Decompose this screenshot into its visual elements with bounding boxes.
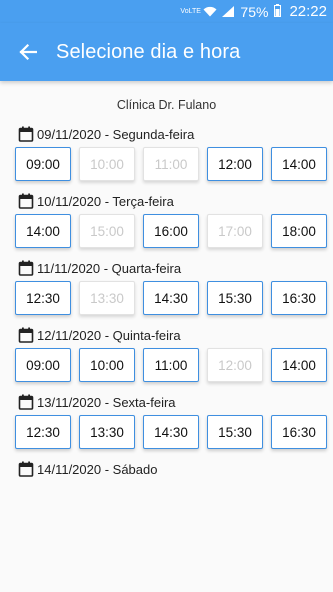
day-header: 11/11/2020 - Quarta-feira <box>0 259 333 277</box>
time-slot-button[interactable]: 09:00 <box>15 147 71 181</box>
time-slot-button-disabled: 17:00 <box>207 214 263 248</box>
day-list: 09/11/2020 - Segunda-feira 09:00 10:00 11:0… <box>0 125 333 478</box>
day-section: 10/11/2020 - Terça-feira 14:00 15:00 16:00 1… <box>0 192 333 248</box>
time-slot-button-disabled: 11:00 <box>143 147 199 181</box>
wifi-icon <box>203 6 217 17</box>
clinic-name: Clínica Dr. Fulano <box>116 98 217 112</box>
time-slot-button-disabled: 12:00 <box>207 348 263 382</box>
day-section: 14/11/2020 - Sábado <box>0 460 333 478</box>
time-slot-button[interactable]: 14:30 <box>143 281 199 315</box>
time-slot-button[interactable]: 12:30 <box>15 281 71 315</box>
day-header: 10/11/2020 - Terça-feira <box>0 192 333 210</box>
day-section: 13/11/2020 - Sexta-feira 12:30 13:30 14:30 1… <box>0 393 333 449</box>
status-icons: VoLTE <box>180 6 235 17</box>
calendar-icon <box>18 394 34 410</box>
time-slot-button[interactable]: 14:00 <box>15 214 71 248</box>
day-header: 13/11/2020 - Sexta-feira <box>0 393 333 411</box>
volte-indicator: VoLTE <box>180 8 201 15</box>
app-bar: Selecione dia e hora <box>0 23 333 81</box>
time-slot-button[interactable]: 16:00 <box>143 214 199 248</box>
time-slot-button[interactable]: 13:30 <box>79 415 135 449</box>
battery-icon <box>274 3 282 20</box>
time-slot-button[interactable]: 12:30 <box>15 415 71 449</box>
time-slot-row: 12:30 13:30 14:30 15:30 16:30 <box>0 281 333 315</box>
time-slot-row: 09:00 10:00 11:00 12:00 14:00 <box>0 147 333 181</box>
day-label: 11/11/2020 - Quarta-feira <box>37 260 182 276</box>
arrow-left-icon <box>19 43 37 61</box>
day-header: 09/11/2020 - Segunda-feira <box>0 125 333 143</box>
calendar-icon <box>18 260 34 276</box>
calendar-icon <box>18 126 34 142</box>
time-slot-button[interactable]: 15:30 <box>207 281 263 315</box>
page-title: Selecione dia e hora <box>56 40 241 63</box>
day-label: 12/11/2020 - Quinta-feira <box>37 327 181 343</box>
time-slot-button[interactable]: 14:00 <box>271 147 327 181</box>
battery-percent: 75% <box>240 3 269 20</box>
day-label: 14/11/2020 - Sábado <box>37 461 158 477</box>
schedule-content[interactable]: Clínica Dr. Fulano 09/11/2020 - Segunda-… <box>0 81 333 592</box>
day-header: 14/11/2020 - Sábado <box>0 460 333 478</box>
time-slot-button-disabled: 13:30 <box>79 281 135 315</box>
day-section: 12/11/2020 - Quinta-feira 09:00 10:00 11:00… <box>0 326 333 382</box>
back-button[interactable] <box>14 38 42 66</box>
day-label: 13/11/2020 - Sexta-feira <box>37 394 176 410</box>
day-label: 09/11/2020 - Segunda-feira <box>37 126 195 142</box>
time-slot-button[interactable]: 09:00 <box>15 348 71 382</box>
day-section: 11/11/2020 - Quarta-feira 12:30 13:30 14:30… <box>0 259 333 315</box>
time-slot-button-disabled: 15:00 <box>79 214 135 248</box>
time-slot-button[interactable]: 16:30 <box>271 281 327 315</box>
time-slot-button[interactable]: 14:30 <box>143 415 199 449</box>
time-slot-row: 14:00 15:00 16:00 17:00 18:00 <box>0 214 333 248</box>
day-section: 09/11/2020 - Segunda-feira 09:00 10:00 11:0… <box>0 125 333 181</box>
status-bar: VoLTE 75% 22:22 <box>0 0 333 23</box>
time-slot-button[interactable]: 18:00 <box>271 214 327 248</box>
time-slot-button[interactable]: 15:30 <box>207 415 263 449</box>
time-slot-row: 09:00 10:00 11:00 12:00 14:00 <box>0 348 333 382</box>
time-slot-button[interactable]: 14:00 <box>271 348 327 382</box>
calendar-icon <box>18 327 34 343</box>
time-slot-button[interactable]: 11:00 <box>143 348 199 382</box>
time-slot-button[interactable]: 16:30 <box>271 415 327 449</box>
time-slot-button[interactable]: 10:00 <box>79 348 135 382</box>
day-label: 10/11/2020 - Terça-feira <box>37 193 174 209</box>
time-slot-button-disabled: 10:00 <box>79 147 135 181</box>
clock: 22:22 <box>289 3 327 20</box>
calendar-icon <box>18 461 34 477</box>
time-slot-row: 12:30 13:30 14:30 15:30 16:30 <box>0 415 333 449</box>
calendar-icon <box>18 193 34 209</box>
signal-icon <box>222 6 235 17</box>
day-header: 12/11/2020 - Quinta-feira <box>0 326 333 344</box>
time-slot-button[interactable]: 12:00 <box>207 147 263 181</box>
